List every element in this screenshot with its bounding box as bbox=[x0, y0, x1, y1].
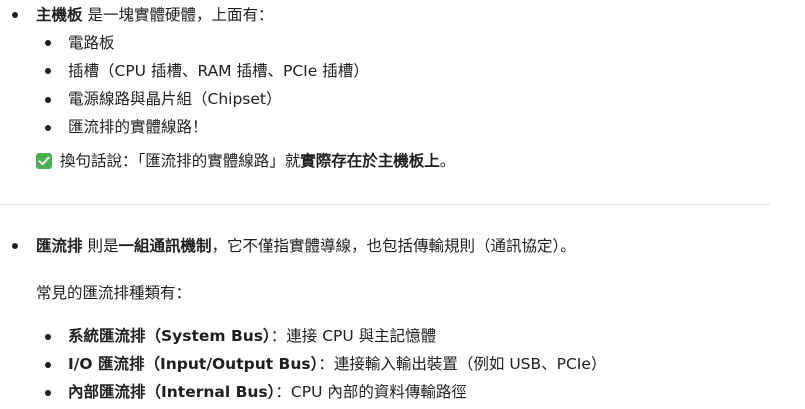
bus-lead-middle: 則是 bbox=[82, 237, 119, 255]
motherboard-lead: 主機板 是一塊實體硬體，上面有： bbox=[36, 5, 273, 25]
bus-lead-strong: 一組通訊機制 bbox=[118, 237, 212, 255]
bullet bbox=[12, 12, 18, 18]
bus-types-intro: 常見的匯流排種類有： bbox=[36, 284, 192, 302]
list-item: 匯流排的實體線路！ bbox=[68, 118, 208, 136]
list-item-desc: ：CPU 內部的資料傳輸路徑 bbox=[275, 383, 467, 401]
list-item: 內部匯流排（Internal Bus）：CPU 內部的資料傳輸路徑 bbox=[68, 382, 467, 402]
list-item-desc: ：連接 CPU 與主記憶體 bbox=[270, 327, 437, 345]
bullet bbox=[45, 125, 51, 131]
list-item-term: I/O 匯流排（Input/Output Bus） bbox=[68, 355, 319, 373]
list-item: 電路板 bbox=[68, 34, 115, 52]
check-mark-icon bbox=[36, 153, 52, 169]
bullet bbox=[45, 390, 51, 396]
note-prefix: 換句話說：「匯流排的實體線路」就 bbox=[60, 152, 301, 170]
bullet bbox=[12, 243, 18, 249]
bullet bbox=[45, 97, 51, 103]
note-suffix: 。 bbox=[439, 152, 456, 170]
bullet bbox=[45, 68, 51, 74]
list-item-term: 系統匯流排（System Bus） bbox=[68, 327, 271, 345]
bus-term: 匯流排 bbox=[36, 237, 83, 255]
list-item: I/O 匯流排（Input/Output Bus）：連接輸入輸出裝置（例如 US… bbox=[68, 354, 606, 374]
bullet bbox=[45, 334, 51, 340]
section-divider bbox=[0, 204, 770, 205]
bus-lead-rest: ，它不僅指實體導線，也包括傳輸規則（通訊協定）。 bbox=[211, 237, 576, 255]
list-item: 電源線路與晶片組（Chipset） bbox=[68, 90, 282, 108]
summary-note: 換句話說：「匯流排的實體線路」就實際存在於主機板上。 bbox=[60, 151, 455, 171]
bullet bbox=[45, 40, 51, 46]
list-item-desc: ：連接輸入輸出裝置（例如 USB、PCIe） bbox=[318, 355, 607, 373]
note-strong: 實際存在於主機板上 bbox=[300, 152, 440, 170]
bus-lead: 匯流排 則是一組通訊機制，它不僅指實體導線，也包括傳輸規則（通訊協定）。 bbox=[36, 236, 576, 256]
list-item: 系統匯流排（System Bus）：連接 CPU 與主記憶體 bbox=[68, 326, 436, 346]
list-item: 插槽（CPU 插槽、RAM 插槽、PCIe 插槽） bbox=[68, 62, 369, 80]
motherboard-lead-text: 是一塊實體硬體，上面有： bbox=[82, 6, 274, 24]
list-item-term: 內部匯流排（Internal Bus） bbox=[68, 383, 276, 401]
motherboard-term: 主機板 bbox=[36, 6, 83, 24]
bullet bbox=[45, 362, 51, 368]
document: 主機板 是一塊實體硬體，上面有： 電路板 插槽（CPU 插槽、RAM 插槽、PC… bbox=[0, 0, 805, 409]
